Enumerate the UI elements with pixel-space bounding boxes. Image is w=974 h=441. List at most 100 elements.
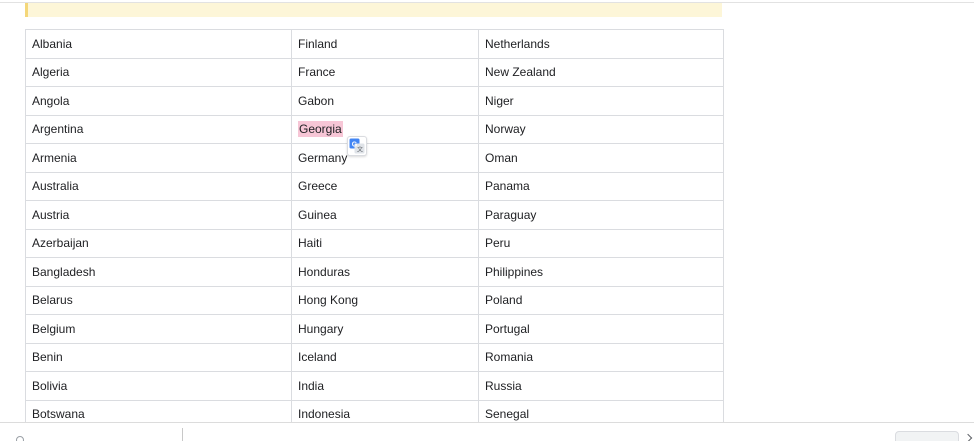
country-name: Niger	[485, 93, 514, 108]
table-cell: Finland	[291, 29, 479, 59]
country-name: Australia	[32, 179, 79, 194]
table-cell: Norway	[478, 114, 724, 144]
table-cell: Benin	[25, 342, 292, 372]
country-name: Peru	[485, 236, 511, 251]
table-cell: Austria	[25, 200, 292, 230]
country-name: New Zealand	[485, 65, 556, 80]
table-cell: Georgia	[291, 114, 479, 144]
country-name: Angola	[32, 93, 70, 108]
table-row: Bangladesh Honduras Philippines	[25, 257, 724, 287]
table-cell: Germany	[291, 143, 479, 173]
table-cell: Haiti	[291, 228, 479, 258]
table-cell: France	[291, 57, 479, 87]
country-name: Hungary	[298, 321, 344, 336]
country-name: Philippines	[485, 264, 544, 279]
table-cell: Belarus	[25, 285, 292, 315]
table-row: Benin Iceland Romania	[25, 342, 724, 372]
country-name: Oman	[485, 150, 518, 165]
country-name: Greece	[298, 179, 338, 194]
country-name: France	[298, 65, 336, 80]
country-name: Bolivia	[32, 378, 68, 393]
toolbar-divider	[182, 428, 183, 441]
table-cell: India	[291, 371, 479, 401]
table-row: Argentina Georgia Norway	[25, 114, 724, 144]
table-cell: Romania	[478, 342, 724, 372]
country-name: Honduras	[298, 264, 351, 279]
table-cell: New Zealand	[478, 57, 724, 87]
table-cell: Philippines	[478, 257, 724, 287]
table-row: Albania Finland Netherlands	[25, 29, 724, 59]
country-name: Argentina	[32, 122, 84, 137]
table-cell: Honduras	[291, 257, 479, 287]
highlighted-country-name: Georgia	[298, 121, 343, 138]
table-cell: Paraguay	[478, 200, 724, 230]
country-name: Belgium	[32, 321, 76, 336]
country-name: Russia	[485, 378, 522, 393]
country-name: Senegal	[485, 407, 530, 422]
table-cell: Azerbaijan	[25, 228, 292, 258]
table-cell: Oman	[478, 143, 724, 173]
country-name: Azerbaijan	[32, 236, 89, 251]
table-cell: Bolivia	[25, 371, 292, 401]
table-cell: Bangladesh	[25, 257, 292, 287]
country-name: Iceland	[298, 350, 337, 365]
country-name: Indonesia	[298, 407, 351, 422]
table-row: Algeria France New Zealand	[25, 57, 724, 87]
table-cell: Albania	[25, 29, 292, 59]
country-name: Netherlands	[485, 36, 550, 51]
country-name: Guinea	[298, 207, 337, 222]
country-name: India	[298, 378, 325, 393]
table-cell: Armenia	[25, 143, 292, 173]
table-cell: Algeria	[25, 57, 292, 87]
toolbar-button[interactable]	[895, 431, 959, 441]
country-name: Finland	[298, 36, 338, 51]
country-name: Bangladesh	[32, 264, 96, 279]
country-table-body: Albania Finland Netherlands Algeria France Ne…	[25, 29, 724, 429]
country-name: Austria	[32, 207, 70, 222]
country-name: Hong Kong	[298, 293, 359, 308]
country-name: Romania	[485, 350, 534, 365]
country-name: Armenia	[32, 150, 77, 165]
page-viewport: Albania Finland Netherlands Algeria France Ne…	[0, 0, 974, 441]
country-name: Benin	[32, 350, 63, 365]
table-row: Armenia Germany Oman	[25, 143, 724, 173]
table-cell: Gabon	[291, 86, 479, 116]
table-cell: Australia	[25, 171, 292, 201]
country-name: Algeria	[32, 65, 70, 80]
country-name: Norway	[485, 122, 526, 137]
table-cell: Guinea	[291, 200, 479, 230]
table-cell: Netherlands	[478, 29, 724, 59]
country-name: Haiti	[298, 236, 323, 251]
country-name: Belarus	[32, 293, 73, 308]
table-cell: Panama	[478, 171, 724, 201]
table-row: Belgium Hungary Portugal	[25, 314, 724, 344]
table-row: Austria Guinea Paraguay	[25, 200, 724, 230]
country-name: Paraguay	[485, 207, 537, 222]
country-table: Albania Finland Netherlands Algeria France Ne…	[25, 29, 724, 429]
table-cell: Angola	[25, 86, 292, 116]
table-cell: Peru	[478, 228, 724, 258]
translate-popup-button[interactable]: G 文	[347, 136, 367, 156]
country-name: Germany	[298, 150, 348, 165]
chevron-right-icon[interactable]	[963, 433, 973, 441]
country-name: Portugal	[485, 321, 530, 336]
table-cell: Hungary	[291, 314, 479, 344]
table-cell: Niger	[478, 86, 724, 116]
country-name: Albania	[32, 36, 73, 51]
info-notice-banner	[25, 3, 722, 17]
table-cell: Greece	[291, 171, 479, 201]
table-cell: Portugal	[478, 314, 724, 344]
table-row: Angola Gabon Niger	[25, 86, 724, 116]
status-icon	[16, 436, 24, 441]
google-translate-icon: G 文	[349, 138, 365, 154]
country-name: Poland	[485, 293, 523, 308]
country-name: Panama	[485, 179, 530, 194]
table-cell: Russia	[478, 371, 724, 401]
table-cell: Hong Kong	[291, 285, 479, 315]
table-cell: Argentina	[25, 114, 292, 144]
table-row: Belarus Hong Kong Poland	[25, 285, 724, 315]
table-cell: Belgium	[25, 314, 292, 344]
table-row: Australia Greece Panama	[25, 171, 724, 201]
table-cell: Iceland	[291, 342, 479, 372]
table-cell: Poland	[478, 285, 724, 315]
